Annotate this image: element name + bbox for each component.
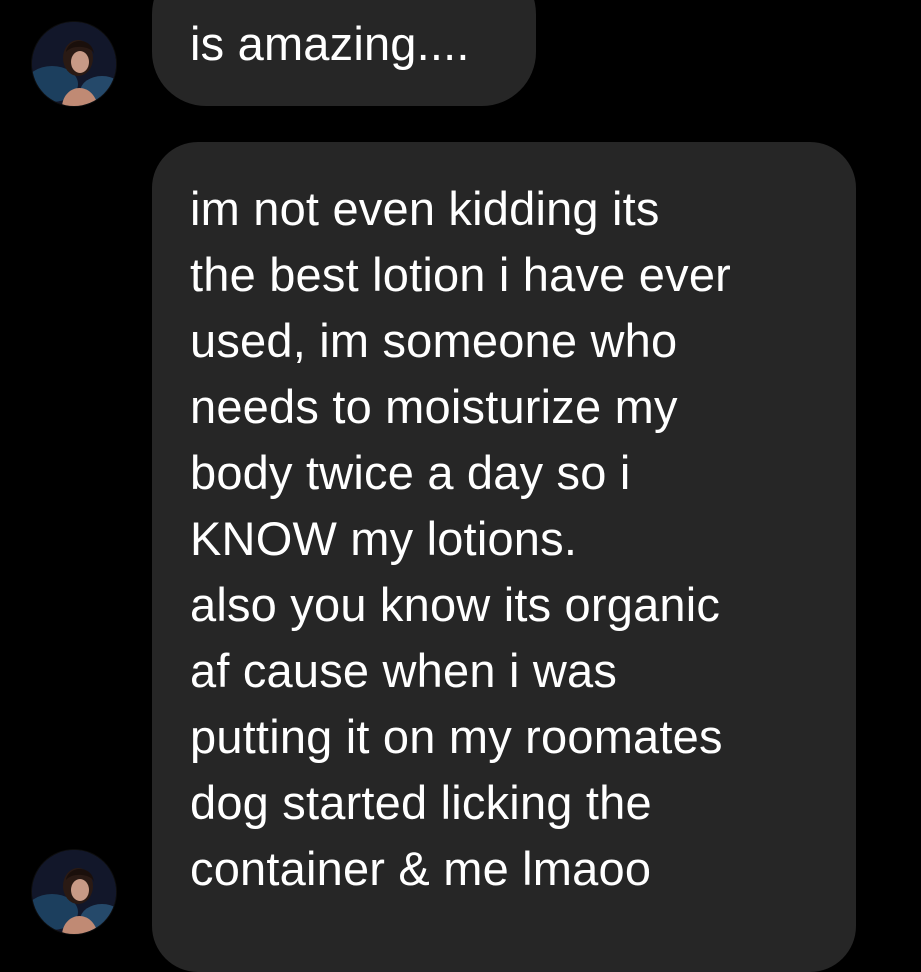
message-text: is amazing.... (190, 17, 470, 70)
avatar-image (32, 22, 116, 106)
message-bubble[interactable]: im not even kidding its the best lotion … (152, 142, 856, 972)
sender-avatar[interactable] (32, 22, 116, 106)
message-thread: is amazing.... im not even kidding its t… (0, 0, 921, 972)
message-bubble[interactable]: is amazing.... (152, 0, 536, 106)
sender-avatar[interactable] (32, 850, 116, 934)
avatar-image (32, 850, 116, 934)
message-text: im not even kidding its the best lotion … (190, 182, 732, 895)
